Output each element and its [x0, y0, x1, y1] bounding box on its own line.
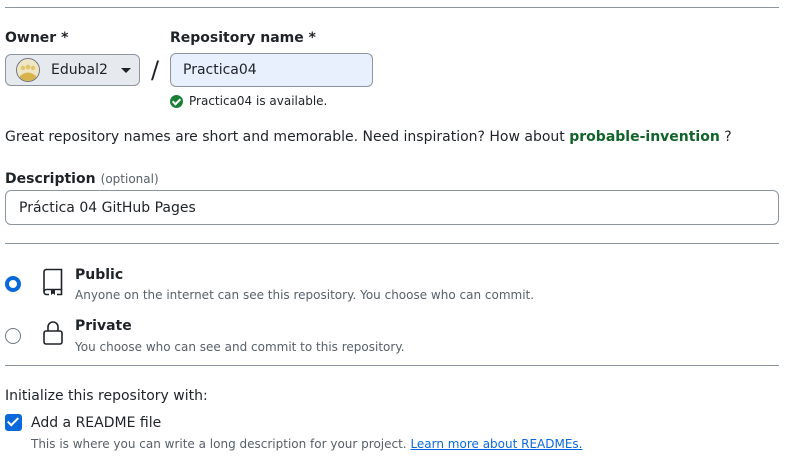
description-label-text: Description — [5, 171, 96, 187]
readme-description-text: This is where you can write a long descr… — [31, 437, 411, 451]
section-divider — [5, 243, 779, 244]
repository-name-label: Repository name * — [170, 30, 316, 46]
avatar — [16, 58, 40, 82]
optional-hint: (optional) — [100, 172, 159, 186]
readme-description: This is where you can write a long descr… — [31, 437, 583, 451]
path-separator: / — [151, 56, 160, 84]
readme-checkbox[interactable] — [5, 414, 22, 431]
user-avatar-icon — [17, 59, 39, 81]
public-title: Public — [75, 267, 124, 283]
top-divider — [5, 7, 779, 8]
check-circle-icon — [170, 94, 183, 108]
suggested-name-link[interactable]: probable-invention — [569, 129, 720, 145]
private-radio[interactable] — [5, 328, 21, 344]
readme-learn-more-link[interactable]: Learn more about READMEs. — [410, 437, 582, 451]
owner-label: Owner * — [5, 30, 69, 46]
repo-icon — [43, 268, 63, 296]
availability-message: Practica04 is available. — [170, 94, 327, 108]
private-title: Private — [75, 318, 132, 334]
initialize-heading: Initialize this repository with: — [5, 388, 208, 404]
public-radio[interactable] — [5, 276, 21, 292]
section-divider-2 — [5, 365, 779, 366]
availability-text: Practica04 is available. — [189, 94, 328, 108]
inspiration-text: Great repository names are short and mem… — [5, 129, 732, 145]
description-label: Description (optional) — [5, 168, 159, 187]
chevron-down-icon — [120, 67, 131, 73]
private-description: You choose who can see and commit to thi… — [75, 340, 405, 354]
inspiration-suffix: ? — [719, 129, 732, 145]
inspiration-prefix: Great repository names are short and mem… — [5, 129, 570, 145]
description-input[interactable] — [5, 190, 779, 225]
owner-dropdown[interactable]: Edubal2 — [5, 54, 140, 86]
readme-label[interactable]: Add a README file — [31, 415, 161, 431]
public-description: Anyone on the internet can see this repo… — [75, 288, 535, 302]
lock-icon — [43, 321, 63, 345]
repository-name-input[interactable] — [170, 53, 373, 87]
owner-name: Edubal2 — [51, 62, 108, 78]
